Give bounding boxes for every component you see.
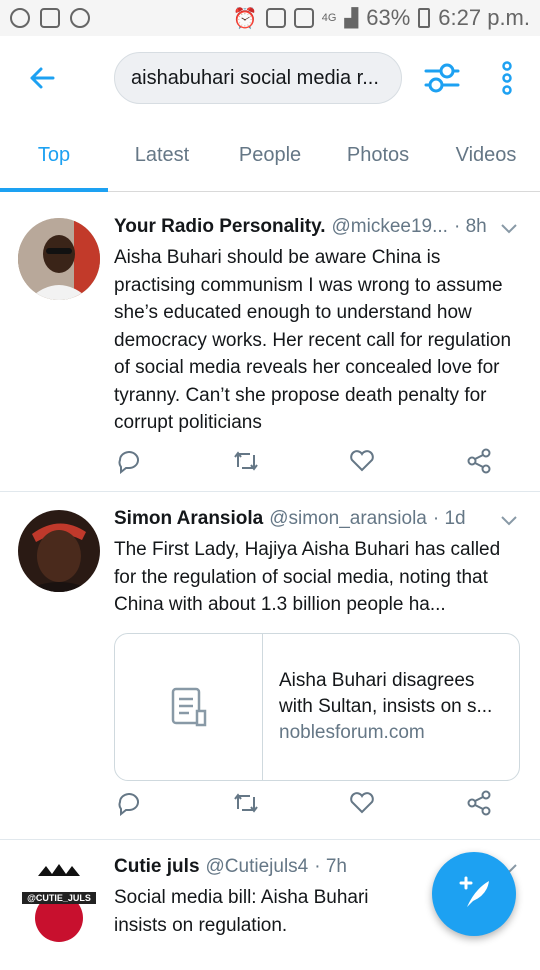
chevron-down-icon (501, 224, 517, 234)
tweet-time: · 8h (453, 216, 487, 237)
tweet-text: The First Lady, Hajiya Aisha Buhari has … (114, 539, 501, 615)
author-name[interactable]: Cutie juls (114, 854, 200, 880)
signal-bars-icon: ▟ (344, 7, 359, 28)
search-input[interactable]: aishabuhari social media r... (114, 52, 402, 104)
retweet-icon (233, 451, 258, 471)
card-title: Aisha Buhari disagrees with Sultan, insi… (279, 669, 493, 717)
link-card[interactable]: Aisha Buhari disagrees with Sultan, insi… (114, 632, 520, 781)
person-photo (18, 510, 100, 592)
avatar[interactable]: @CUTIE_JULS (18, 862, 100, 944)
share-button[interactable] (464, 446, 494, 476)
reply-button[interactable] (114, 446, 144, 476)
tab-top[interactable]: Top (0, 120, 108, 192)
tweet-text: Aisha Buhari should be aware China is pr… (114, 247, 512, 433)
search-filter-button[interactable] (420, 58, 464, 98)
tab-latest[interactable]: Latest (108, 120, 216, 191)
share-icon (467, 790, 491, 816)
like-button[interactable] (347, 446, 377, 476)
tweet[interactable]: Simon Aransiola @simon_aransiola · 1d Th… (0, 492, 540, 840)
retweet-button[interactable] (231, 788, 261, 818)
author-name[interactable]: Simon Aransiola (114, 506, 263, 532)
share-button[interactable] (464, 788, 494, 818)
back-button[interactable] (0, 36, 84, 120)
like-button[interactable] (347, 788, 377, 818)
tweet-time: · 1d (432, 508, 466, 529)
author-handle[interactable]: @Cutiejuls4 (206, 854, 309, 880)
share-icon (467, 448, 491, 474)
chevron-down-icon (501, 516, 517, 526)
tweet-text: Social media bill: Aisha Buhari insists … (114, 887, 369, 936)
retweet-button[interactable] (231, 446, 261, 476)
app-bar: aishabuhari social media r... (0, 36, 540, 120)
reply-button[interactable] (114, 788, 144, 818)
tweet-header: Your Radio Personality. @mickee19... · 8… (114, 214, 526, 240)
arrow-left-icon (30, 67, 55, 89)
battery-percent: 63% (366, 5, 411, 30)
card-thumbnail (115, 633, 263, 780)
more-options-button[interactable] (490, 58, 524, 98)
person-photo (18, 218, 100, 300)
author-handle[interactable]: @simon_aransiola (269, 506, 427, 532)
card-domain: noblesforum.com (279, 721, 425, 743)
more-vertical-icon (502, 61, 512, 95)
search-query: aishabuhari social media r... (131, 66, 379, 89)
search-tabs: Top Latest People Photos Videos (0, 120, 540, 192)
status-bar: ⏰ 4G ▟ 63% 6:27 p.m. (0, 0, 540, 36)
settings-notification-icon (70, 8, 90, 28)
tweet-menu-button[interactable] (496, 508, 522, 534)
tweet[interactable]: Your Radio Personality. @mickee19... · 8… (0, 200, 540, 492)
avatar-text: @CUTIE_JULS (27, 893, 91, 903)
tweet-actions (114, 788, 494, 828)
gallery-icon (40, 8, 60, 28)
whatsapp-icon (10, 8, 30, 28)
retweet-icon (233, 793, 258, 813)
compose-tweet-button[interactable] (432, 852, 516, 936)
heart-icon (350, 792, 375, 814)
sim-icon (265, 8, 286, 28)
signal-icon (293, 8, 314, 28)
document-icon (171, 687, 206, 726)
tab-photos[interactable]: Photos (324, 120, 432, 191)
avatar[interactable] (18, 218, 100, 300)
feather-plus-icon (459, 876, 489, 907)
battery-icon (418, 8, 431, 28)
network-type: 4G (321, 12, 337, 24)
alarm-icon: ⏰ (232, 7, 258, 30)
tweet-actions (114, 446, 494, 486)
tweet-time: · 7h (314, 856, 347, 877)
reply-icon (118, 793, 139, 816)
tweet-header: Simon Aransiola @simon_aransiola · 1d (114, 506, 526, 532)
tab-people[interactable]: People (216, 120, 324, 191)
tab-videos[interactable]: Videos (432, 120, 540, 191)
tweet-menu-button[interactable] (496, 216, 522, 242)
avatar[interactable] (18, 510, 100, 592)
heart-icon (350, 450, 375, 472)
sliders-icon (424, 63, 460, 93)
author-handle[interactable]: @mickee19... (332, 214, 448, 240)
reply-icon (118, 451, 139, 474)
clock: 6:27 p.m. (438, 5, 530, 30)
author-name[interactable]: Your Radio Personality. (114, 214, 326, 240)
